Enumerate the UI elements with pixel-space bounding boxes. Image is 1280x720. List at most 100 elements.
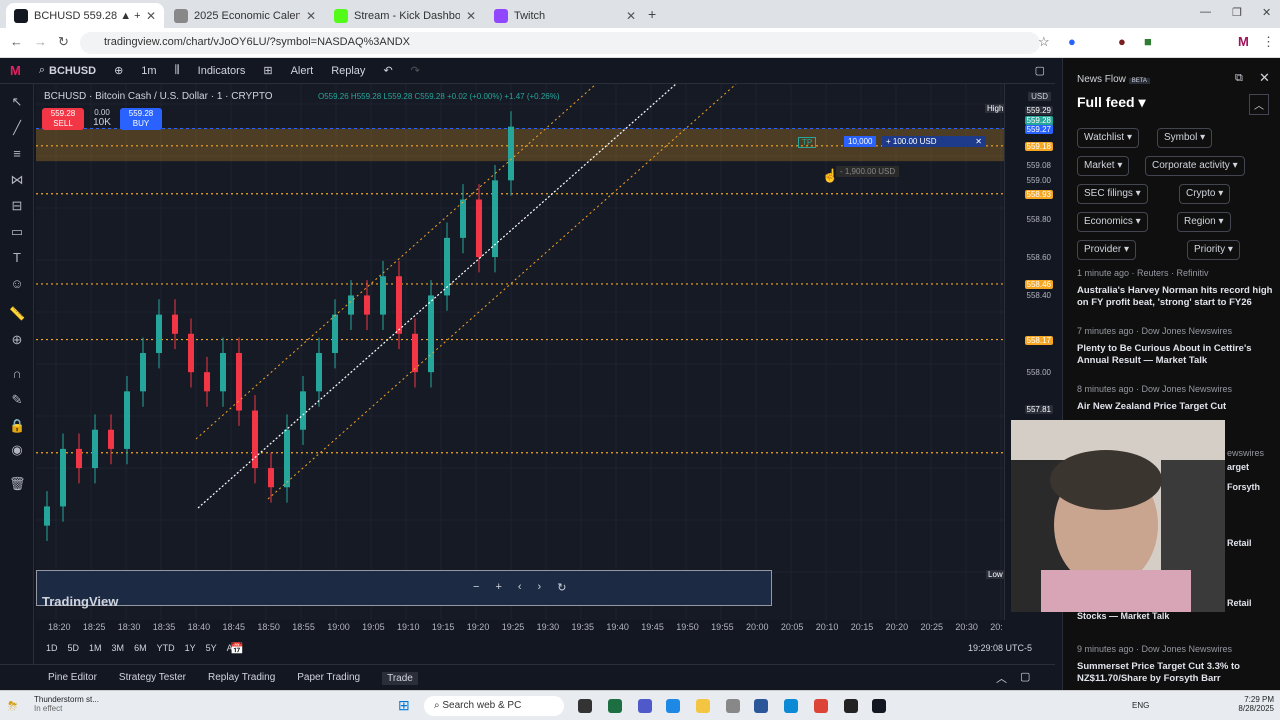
spread-qty[interactable]: 0.00 10K [88,108,116,130]
news-headline[interactable]: Air New Zealand Price Target Cut [1077,401,1273,413]
bookmark-star-icon[interactable]: ☆ [1038,34,1050,50]
reload-icon[interactable]: ↻ [58,34,69,50]
trash-icon[interactable]: 🗑 [9,476,26,492]
order-pnl[interactable]: + 100.00 USD ✕ [882,136,986,147]
weather-widget[interactable]: Thunderstorm st... In effect [34,695,99,713]
scroll-right-icon[interactable]: › [538,581,542,594]
undo-icon[interactable]: ↶ [383,64,392,77]
chrome-icon[interactable] [814,699,828,713]
fib-icon[interactable]: ≡ [9,146,25,162]
filter-dropdown[interactable]: Economics ▾ [1077,212,1148,232]
weather-icon[interactable]: ⛈ [8,699,18,714]
projection-icon[interactable]: ⊟ [9,198,25,214]
bottom-tab[interactable]: Pine Editor [48,672,97,685]
layouts-icon[interactable]: ⊞ [263,64,272,77]
tp-label[interactable]: TP [798,137,817,148]
close-icon[interactable]: ✕ [466,9,476,23]
currency-label[interactable]: USD [1028,92,1051,101]
app-icon[interactable] [726,699,740,713]
news-headline[interactable]: Australia's Harvey Norman hits record hi… [1077,285,1273,309]
filter-dropdown[interactable]: Provider ▾ [1077,240,1137,260]
range-button[interactable]: 3M [112,643,125,653]
replay-button[interactable]: Replay [331,65,365,77]
url-field[interactable]: tradingview.com/chart/vJoOY6LU/?symbol=N… [80,32,1040,54]
popout-icon[interactable]: ⧉ [1235,72,1243,85]
interval-button[interactable]: 1m [141,65,156,77]
filter-dropdown[interactable]: SEC filings ▾ [1077,184,1148,204]
teams-icon[interactable] [638,699,652,713]
tradingview-icon[interactable] [872,699,886,713]
buy-button[interactable]: 559.28 BUY [120,108,162,130]
collapse-icon[interactable]: ︿ [996,670,1007,686]
full-feed-dropdown[interactable]: Full feed ▾ [1077,94,1145,111]
order-qty[interactable]: 10,000 [844,136,877,147]
bottom-tab[interactable]: Trade [382,672,418,685]
start-icon[interactable]: ⊞ [398,697,410,714]
system-clock[interactable]: 7:29 PM 8/28/2025 [1226,695,1274,713]
extension-icon[interactable]: ■ [1144,34,1152,49]
add-symbol-icon[interactable]: ⊕ [114,64,123,77]
text-icon[interactable]: T [9,250,25,266]
back-icon[interactable]: ← [10,34,23,49]
pattern-icon[interactable]: ⋈ [9,172,25,188]
sl-pnl[interactable]: - 1,900.00 USD [836,166,900,177]
filter-dropdown[interactable]: Symbol ▾ [1157,128,1213,148]
eye-icon[interactable]: ◉ [9,442,25,458]
tab-economic-calendar[interactable]: 2025 Economic Calendar ✕ [166,3,324,28]
range-button[interactable]: 5Y [206,643,217,653]
news-headline[interactable]: Plenty to Be Curious About in Cettire's … [1077,343,1273,367]
window-close-button[interactable]: ✕ [1262,6,1271,19]
extension-icon[interactable]: ● [1118,34,1126,49]
forward-icon[interactable]: → [34,34,47,49]
app-icon[interactable] [844,699,858,713]
magnet-icon[interactable]: ∩ [9,366,25,382]
lock-icon[interactable]: 🔒 [9,418,25,434]
bottom-tab[interactable]: Replay Trading [208,672,275,685]
word-icon[interactable] [754,699,768,713]
reset-icon[interactable]: ↻ [557,581,566,594]
taskview-icon[interactable] [578,699,592,713]
alert-button[interactable]: Alert [291,65,314,77]
language-indicator[interactable]: ENG [1132,701,1149,710]
navigator-box[interactable]: − + ‹ › ↻ [36,570,772,606]
new-tab-button[interactable]: + [648,6,656,22]
tab-twitch[interactable]: Twitch ✕ [486,3,644,28]
explorer-icon[interactable] [696,699,710,713]
edge-icon[interactable] [784,699,798,713]
cursor-icon[interactable]: ↖ [9,94,25,110]
taskbar-search[interactable]: ⌕ Search web & PC [424,696,564,716]
lock-draw-icon[interactable]: ✎ [9,392,25,408]
copilot-icon[interactable] [666,699,680,713]
filter-dropdown[interactable]: Crypto ▾ [1179,184,1231,204]
time-axis[interactable]: 18:20 18:25 18:30 18:35 18:40 18:45 18:50 18:55… [36,620,1055,634]
brush-icon[interactable]: ▭ [9,224,25,240]
indicators-button[interactable]: Indicators [198,65,246,77]
tab-kick-dashboard[interactable]: Stream - Kick Dashboard ✕ [326,3,484,28]
search-icon[interactable]: ⌕ [39,64,45,77]
bottom-tab[interactable]: Strategy Tester [119,672,186,685]
extension-icon[interactable]: ● [1068,34,1076,49]
news-headline[interactable]: Summerset Price Target Cut 3.3% to NZ$11… [1077,661,1273,685]
sell-button[interactable]: 559.28 SELL [42,108,84,130]
range-button[interactable]: 6M [134,643,147,653]
minimize-button[interactable]: — [1200,6,1211,18]
price-chart[interactable] [36,84,1004,620]
date-range-icon[interactable]: 📅 [230,642,244,655]
filter-dropdown[interactable]: Priority ▾ [1187,240,1240,260]
fullscreen-icon[interactable]: ▢ [1035,64,1045,77]
zoom-icon[interactable]: ⊕ [9,332,25,348]
close-icon[interactable]: ✕ [626,9,636,23]
tv-logo-icon[interactable]: M [10,63,21,78]
range-button[interactable]: 5D [68,643,80,653]
filter-dropdown[interactable]: Market ▾ [1077,156,1130,176]
range-button[interactable]: YTD [157,643,175,653]
zoom-in-icon[interactable]: + [495,581,501,594]
range-button[interactable]: 1M [89,643,102,653]
close-panel-icon[interactable]: ✕ [1259,70,1270,86]
filter-dropdown[interactable]: Region ▾ [1177,212,1231,232]
profile-icon[interactable]: M [1238,34,1249,49]
filter-dropdown[interactable]: Corporate activity ▾ [1145,156,1245,176]
maximize-button[interactable]: ❐ [1232,6,1242,19]
redo-icon[interactable]: ↷ [411,64,420,77]
excel-icon[interactable] [608,699,622,713]
